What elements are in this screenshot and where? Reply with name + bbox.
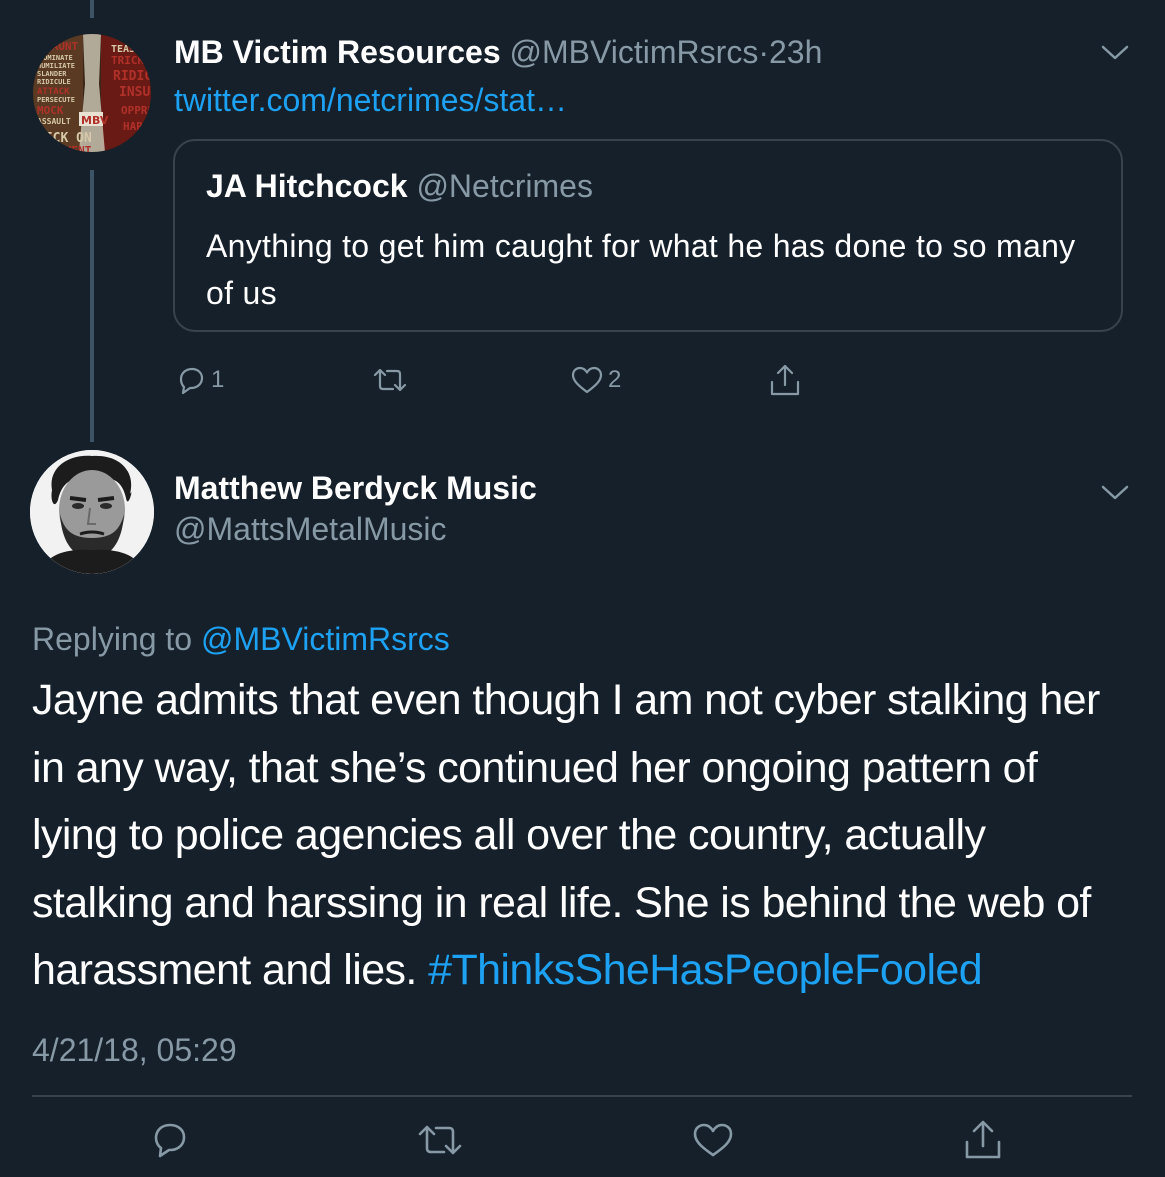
logo-word: DOMINATE	[39, 54, 73, 62]
tweet-timestamp[interactable]: 4/21/18, 05:29	[32, 1028, 237, 1072]
retweet-icon	[373, 368, 407, 392]
replying-to-label: Replying to	[32, 621, 193, 657]
chevron-down-icon[interactable]	[1100, 482, 1130, 502]
main-retweet-button[interactable]	[416, 1120, 464, 1160]
parent-time-ago[interactable]: 23h	[769, 34, 822, 70]
thread-line-top	[90, 0, 94, 18]
chevron-down-icon[interactable]	[1100, 42, 1130, 62]
like-icon	[693, 1123, 733, 1157]
parent-reply-button[interactable]: 1	[175, 364, 224, 396]
logo-word: TRICK	[111, 54, 144, 67]
logo-word: INSUL	[119, 85, 151, 100]
main-reply-button[interactable]	[150, 1120, 190, 1160]
main-author-name[interactable]: Matthew Berdyck Music	[174, 467, 537, 509]
quoted-tweet-link[interactable]: twitter.com/netcrimes/stat…	[174, 78, 567, 122]
quoted-tweet-card[interactable]: JA Hitchcock @Netcrimes Anything to get …	[173, 139, 1123, 332]
quoted-author-handle: @Netcrimes	[416, 168, 593, 204]
retweet-icon	[418, 1125, 462, 1155]
avatar-mb-victim-resources[interactable]: TAUNT DOMINATE HUMILIATE SLANDER RIDICUL…	[33, 34, 151, 152]
logo-word: HUMILIATE	[37, 62, 75, 70]
logo-word: TORMENT	[45, 144, 92, 152]
main-author-handle[interactable]: @MattsMetalMusic	[174, 508, 447, 550]
quoted-author-line: JA Hitchcock @Netcrimes	[206, 164, 593, 208]
logo-word: SLANDER	[37, 70, 67, 78]
divider	[32, 1095, 1132, 1097]
share-icon	[965, 1120, 1001, 1159]
avatar-matthew-berdyck[interactable]	[30, 450, 154, 574]
hashtag-link[interactable]: #ThinksSheHasPeopleFooled	[428, 946, 983, 994]
quoted-tweet-text: Anything to get him caught for what he h…	[206, 228, 1076, 311]
share-icon	[770, 364, 800, 396]
reply-icon	[154, 1123, 186, 1158]
thread-line	[90, 170, 94, 442]
parent-author-line: MB Victim Resources @MBVictimRsrcs·23h	[174, 30, 822, 74]
parent-like-button[interactable]: 2	[570, 364, 621, 396]
main-share-button[interactable]	[962, 1117, 1004, 1161]
logo-word: RIDICULE	[37, 78, 71, 86]
parent-author-name[interactable]: MB Victim Resources	[174, 34, 501, 70]
logo-word: OPPRE	[121, 104, 151, 117]
logo-word: HAR	[123, 120, 143, 133]
like-count: 2	[608, 366, 622, 393]
logo-word: RIDICL	[113, 69, 151, 84]
reply-icon	[179, 367, 204, 395]
parent-meta-separator: ·	[758, 34, 769, 70]
logo-word: ASSAULT	[37, 117, 71, 126]
main-like-button[interactable]	[692, 1120, 734, 1160]
like-icon	[571, 366, 603, 394]
profile-photo	[30, 450, 154, 574]
tweet-text: Jayne admits that even though I am not c…	[32, 667, 1132, 1005]
parent-share-button[interactable]	[768, 362, 802, 398]
parent-retweet-button[interactable]	[371, 364, 409, 396]
mbv-logo-text: MBV	[81, 114, 109, 127]
mbv-logo-image: TAUNT DOMINATE HUMILIATE SLANDER RIDICUL…	[33, 34, 151, 152]
logo-word: TAUNT	[45, 40, 78, 53]
reply-count: 1	[211, 366, 225, 393]
quoted-author-name: JA Hitchcock	[206, 168, 408, 204]
replying-to-mention[interactable]: @MBVictimRsrcs	[201, 621, 450, 657]
logo-word: MOCK	[37, 104, 64, 117]
replying-to-line: Replying to @MBVictimRsrcs	[32, 617, 450, 661]
parent-author-handle[interactable]: @MBVictimRsrcs	[510, 34, 759, 70]
logo-word: PERSECUTE	[37, 96, 75, 104]
